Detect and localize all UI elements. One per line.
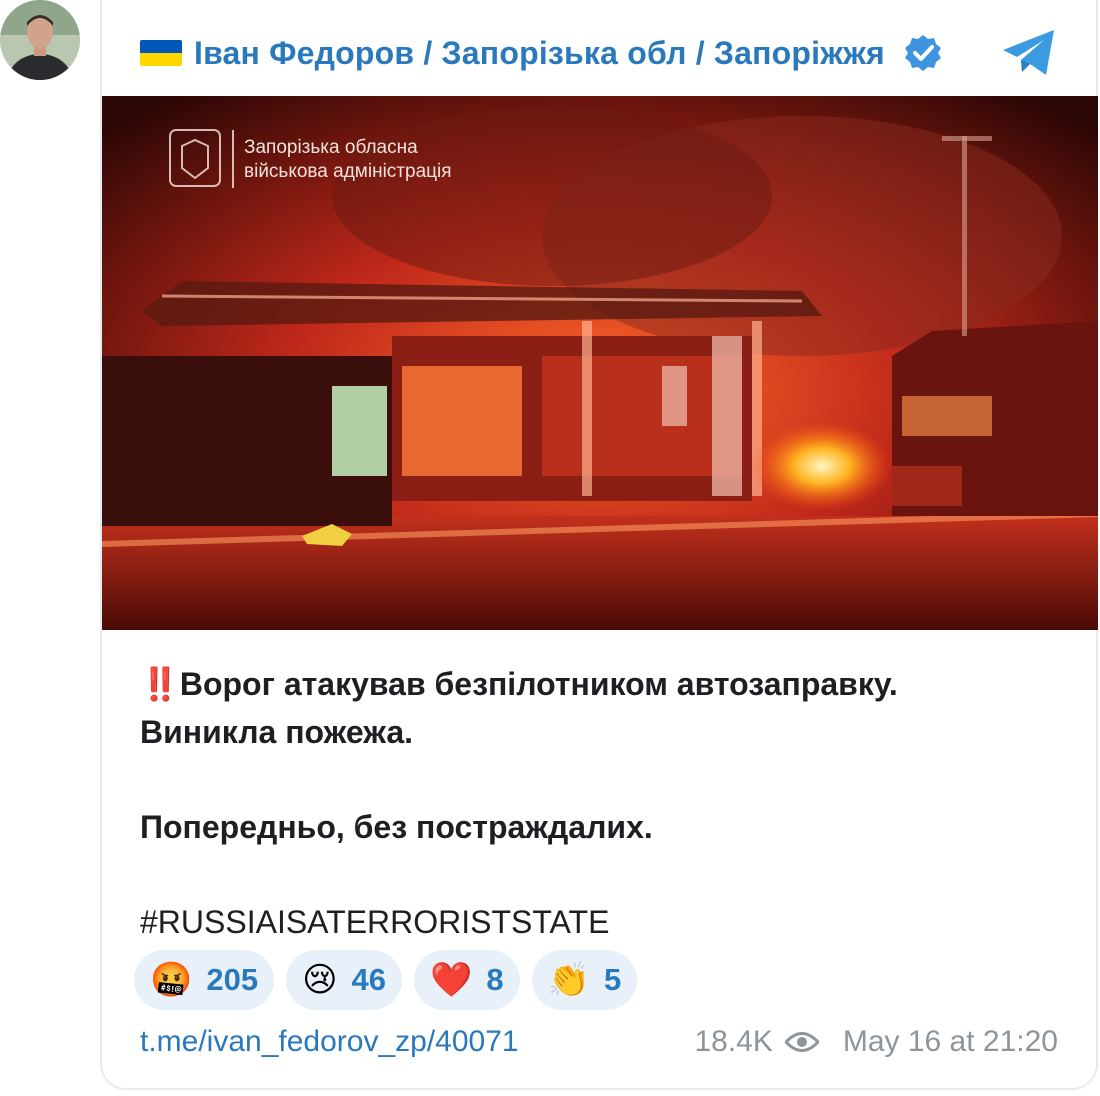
hashtag-link[interactable]: #RUSSIAISATERRORISTSTATE: [140, 898, 1056, 946]
reaction-heart[interactable]: ❤️ 8: [414, 950, 520, 1010]
reaction-count: 46: [351, 962, 387, 997]
heart-icon: ❤️: [430, 961, 473, 999]
post-card: Іван Федоров / Запорізька обл / Запоріжж…: [100, 0, 1098, 1090]
post-header: Іван Федоров / Запорізька обл / Запоріжж…: [140, 28, 1096, 78]
channel-name[interactable]: Іван Федоров / Запорізька обл / Запоріжж…: [194, 35, 885, 72]
reaction-count: 5: [603, 962, 622, 997]
ukraine-flag-icon: [140, 40, 182, 66]
image-watermark-line1: Запорізька обласна: [244, 137, 418, 158]
angry-face-icon: 🤬: [150, 961, 193, 999]
clapping-hands-icon: 👏: [547, 961, 590, 999]
image-watermark-line2: військова адміністрація: [244, 161, 452, 182]
reaction-clap[interactable]: 👏 5: [531, 950, 638, 1010]
view-count: 18.4K: [694, 1025, 773, 1058]
eye-icon: [784, 1032, 819, 1052]
post-line-3: Попередньо, без постраждалих.: [140, 809, 653, 845]
post-line-1: Ворог атакував безпілотником автозаправк…: [179, 666, 898, 702]
post-line-2: Виникла пожежа.: [140, 714, 414, 750]
verified-badge-icon: [904, 35, 941, 71]
post-link[interactable]: t.me/ivan_fedorov_zp/40071: [140, 1025, 519, 1059]
reaction-cry[interactable]: 😢 46: [286, 950, 403, 1010]
post-footer: t.me/ivan_fedorov_zp/40071 18.4K May 16 …: [140, 1018, 1058, 1066]
reactions-bar: 🤬 205 😢 46 ❤️ 8 👏 5: [134, 950, 638, 1010]
telegram-logo-icon[interactable]: [1000, 28, 1058, 78]
post-meta: 18.4K May 16 at 21:20: [694, 1025, 1058, 1059]
double-exclamation-icon: ‼️: [140, 666, 180, 702]
reaction-count: 205: [206, 962, 259, 997]
avatar[interactable]: [0, 0, 80, 80]
post-text: ‼️Ворог атакував безпілотником автозапра…: [140, 660, 1056, 946]
crying-face-icon: 😢: [302, 961, 338, 999]
reaction-angry[interactable]: 🤬 205: [134, 950, 275, 1010]
post-image[interactable]: Запорізька обласна військова адміністрац…: [102, 96, 1098, 630]
reaction-count: 8: [486, 962, 504, 997]
post-date: May 16 at 21:20: [842, 1025, 1058, 1058]
